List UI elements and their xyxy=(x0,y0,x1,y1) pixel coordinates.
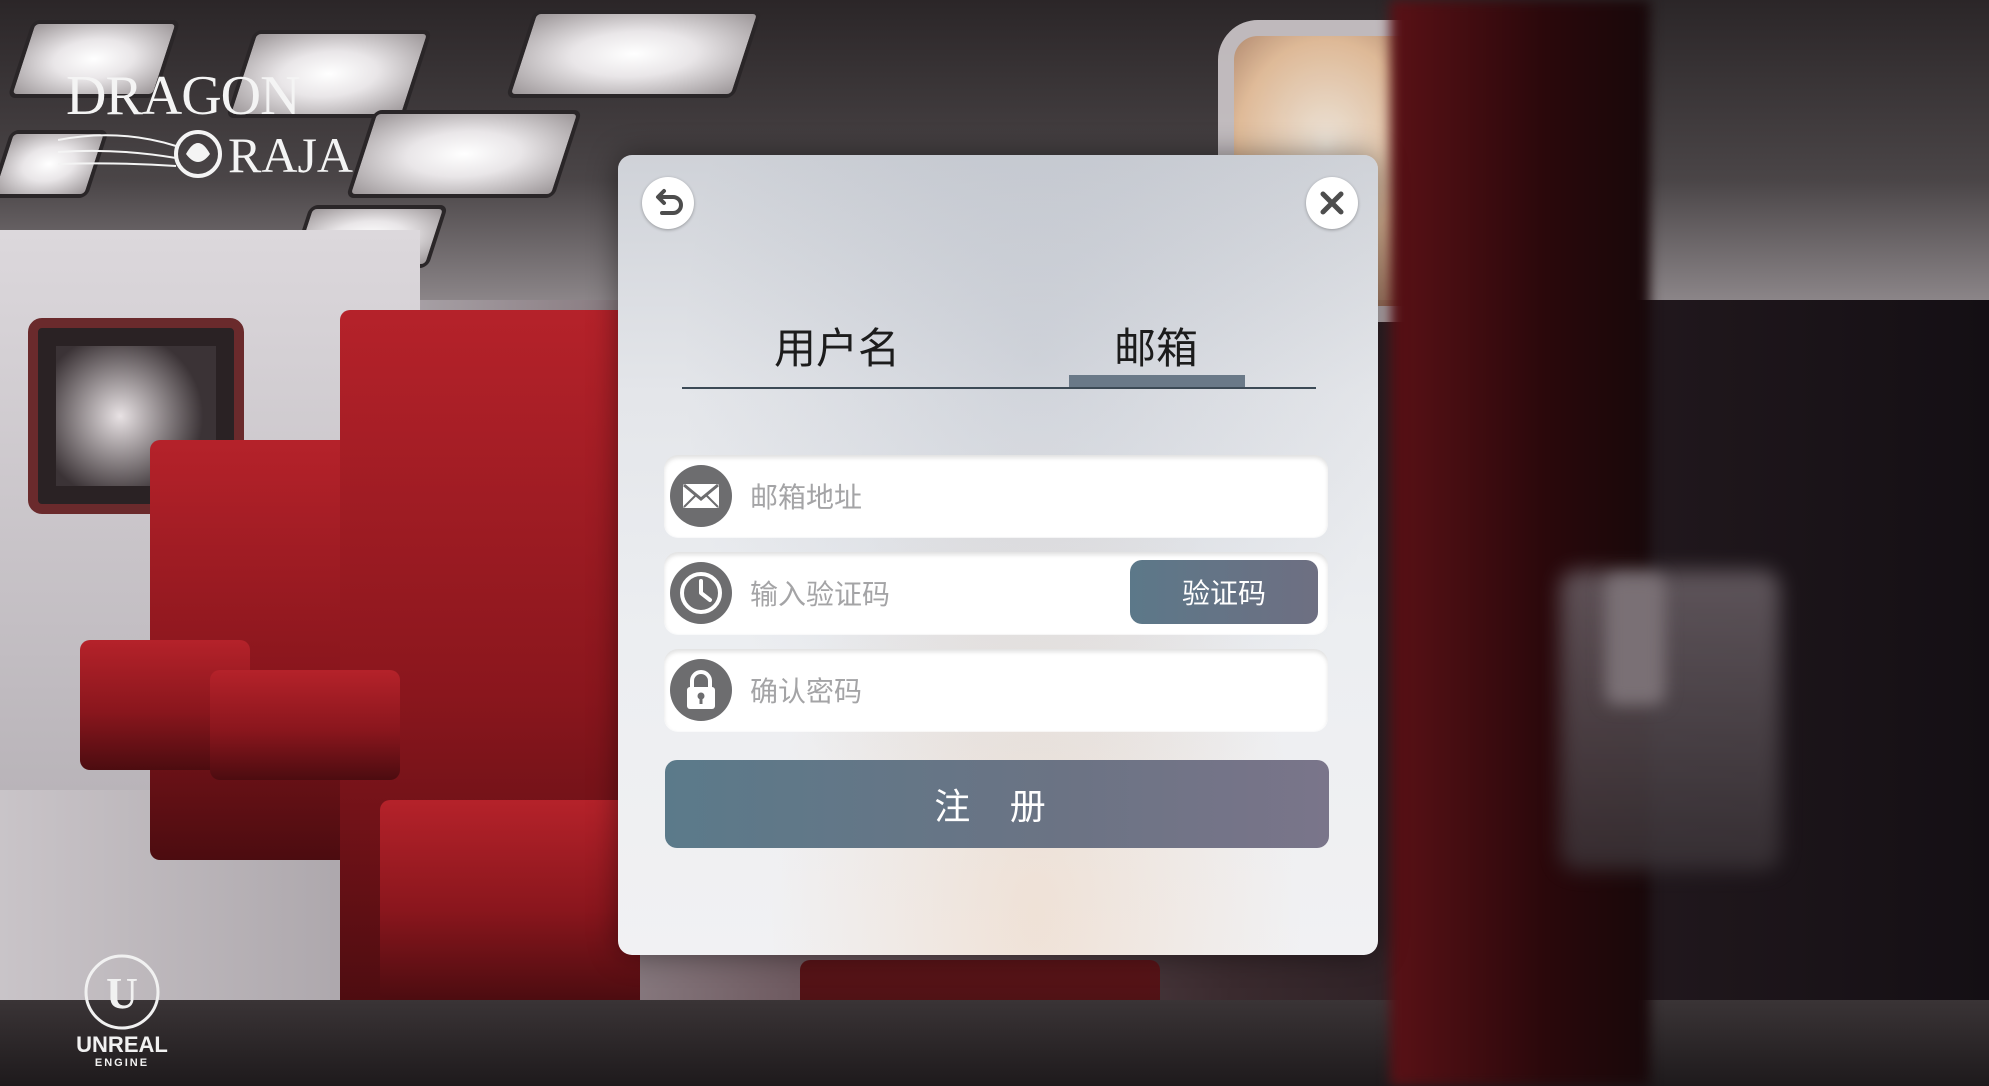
email-field xyxy=(664,455,1328,537)
ue-name: UNREAL xyxy=(76,1032,168,1057)
confirm-password-input[interactable] xyxy=(748,659,1312,723)
back-arrow-icon xyxy=(656,189,683,215)
logo-text-dragon: DRAGON xyxy=(66,65,300,127)
blurred-object xyxy=(1560,570,1780,870)
register-button[interactable]: 注 册 xyxy=(665,760,1329,848)
verification-code-field: 验证码 xyxy=(664,552,1328,634)
tab-username[interactable]: 用户名 xyxy=(774,315,900,375)
floor xyxy=(0,1000,1989,1086)
ue-glyph: U xyxy=(106,969,138,1018)
lock-icon xyxy=(670,659,732,721)
get-code-button[interactable]: 验证码 xyxy=(1130,560,1318,624)
tabs-divider xyxy=(682,387,1316,389)
curtain xyxy=(1390,0,1650,1086)
verification-code-input[interactable] xyxy=(748,562,1112,626)
ceiling-light xyxy=(505,10,763,98)
ue-sub: ENGINE xyxy=(95,1057,149,1069)
seat-arm xyxy=(210,670,400,780)
dragon-raja-logo: DRAGON RAJA xyxy=(58,65,353,182)
seat-cushion xyxy=(380,800,640,1000)
blurred-object-top xyxy=(1605,575,1665,705)
active-tab-indicator xyxy=(1069,375,1245,387)
ceiling-light xyxy=(345,110,583,198)
clock-icon xyxy=(670,562,732,624)
register-dialog: 用户名 邮箱 验证码 xyxy=(618,155,1378,955)
email-input[interactable] xyxy=(748,465,1312,529)
envelope-icon xyxy=(670,465,732,527)
logo-wing xyxy=(58,134,177,167)
unreal-engine-logo: U UNREAL ENGINE xyxy=(76,954,168,1069)
close-button[interactable] xyxy=(1306,177,1358,229)
back-button[interactable] xyxy=(642,177,694,229)
tab-email[interactable]: 邮箱 xyxy=(1114,315,1198,375)
logo-text-raja: RAJA xyxy=(228,127,353,182)
close-icon xyxy=(1320,191,1344,215)
confirm-password-field xyxy=(664,649,1328,731)
